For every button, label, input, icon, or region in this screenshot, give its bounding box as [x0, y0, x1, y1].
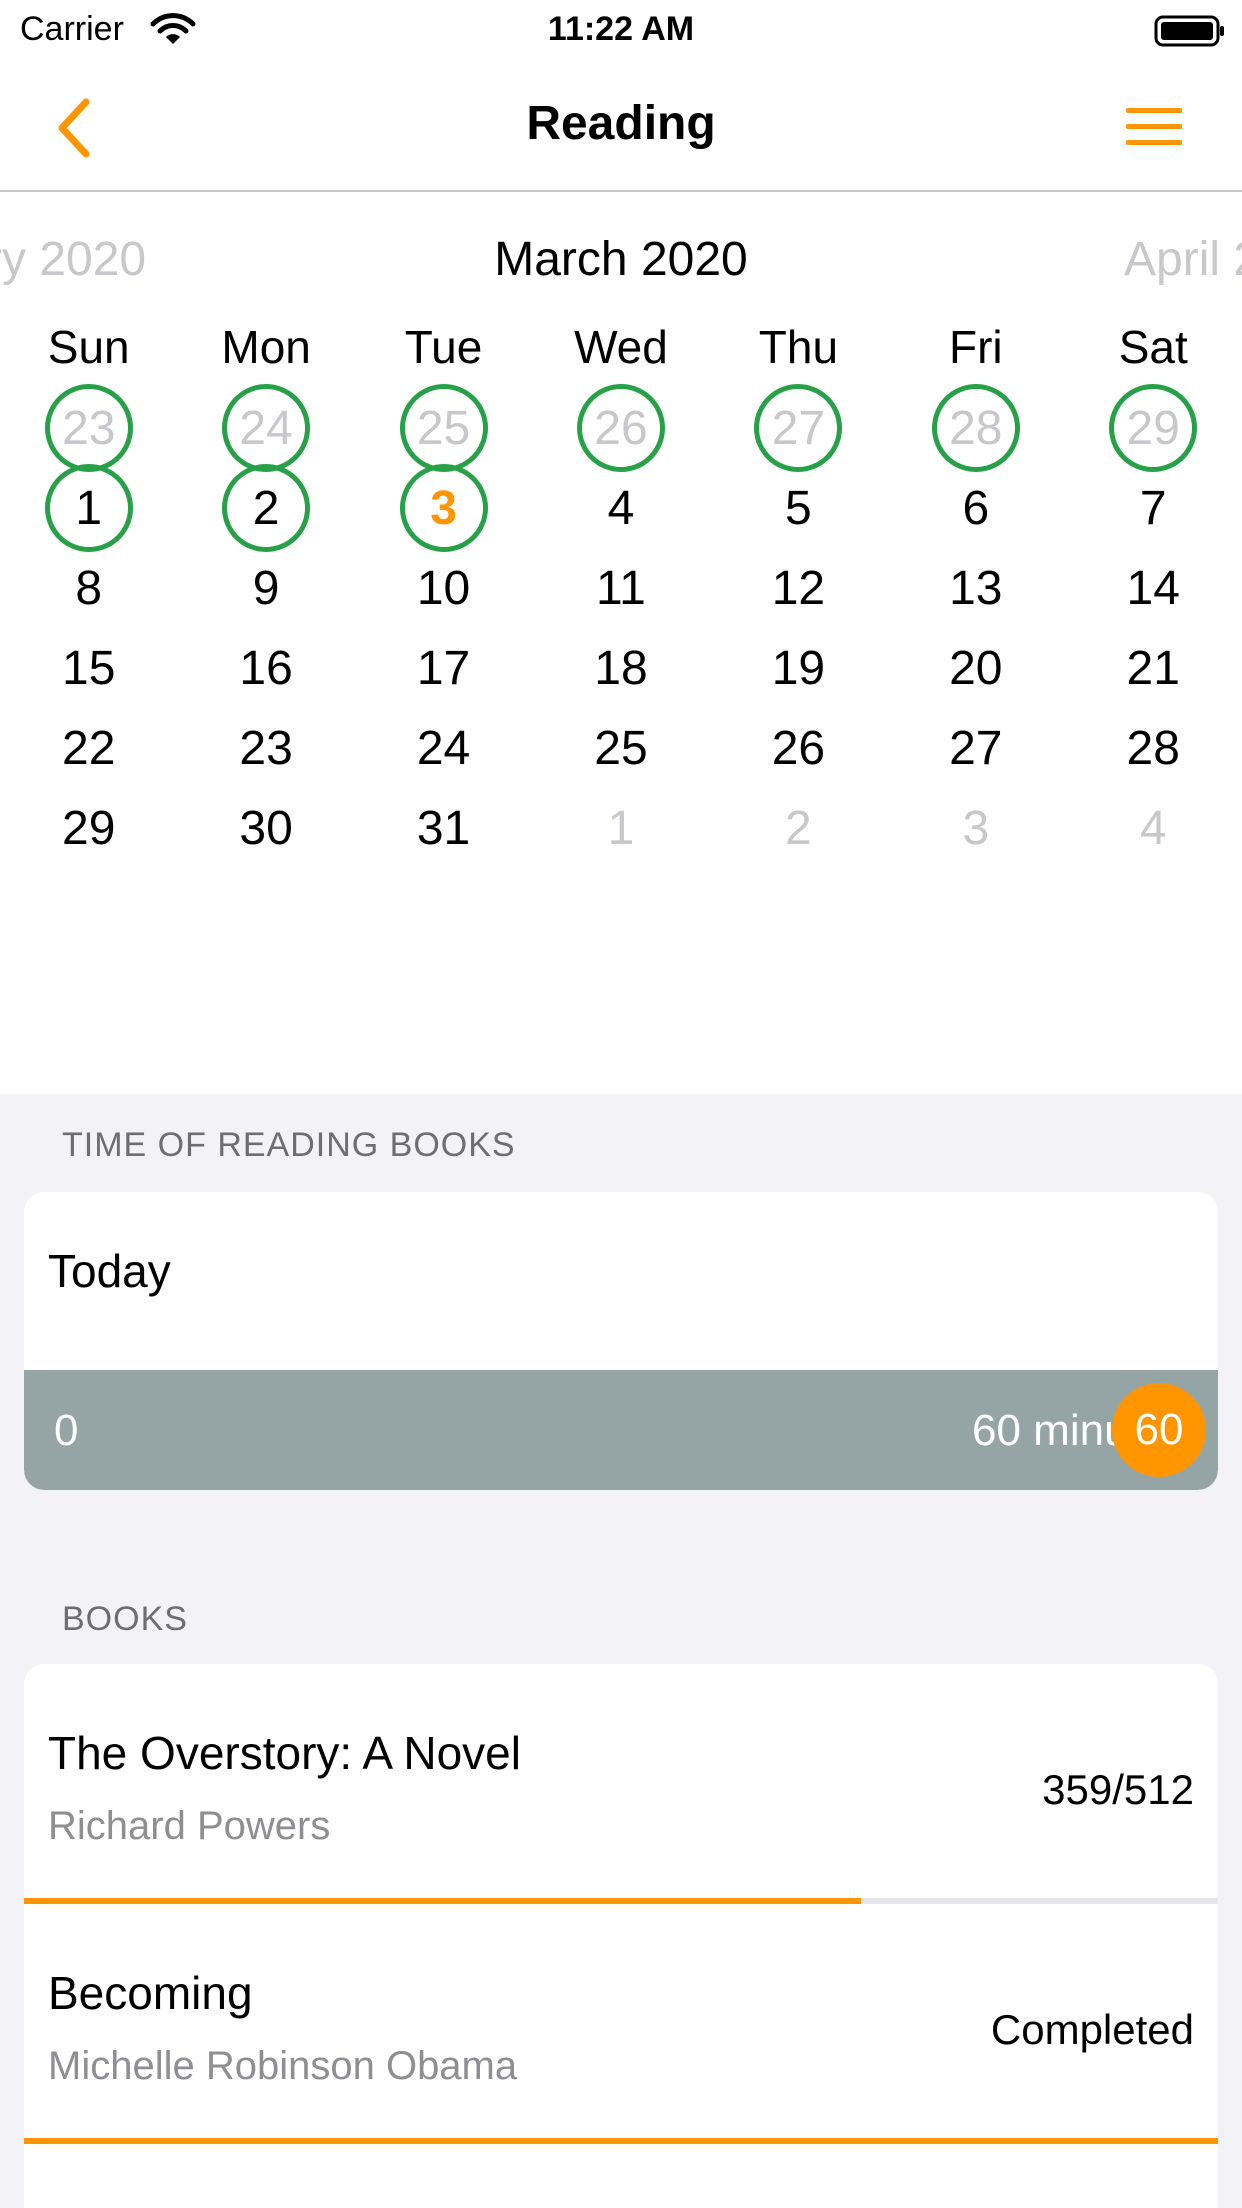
calendar-day-number: 4 [1139, 801, 1167, 855]
calendar-day[interactable]: 31 [355, 772, 532, 884]
weekday-label: Thu [758, 321, 839, 373]
reading-time-section-header: TIME OF READING BOOKS [62, 1126, 516, 1164]
book-progress-bar [24, 2138, 1218, 2144]
book-page-progress: 359/512 [1042, 1766, 1194, 1813]
status-time: 11:22 AM [547, 10, 695, 48]
menu-button[interactable] [1122, 100, 1186, 156]
page-title: Reading [526, 97, 716, 150]
book-row[interactable]: The Overstory: A Novel Richard Powers 35… [24, 1664, 1218, 1904]
calendar-day[interactable]: 4 [1065, 772, 1242, 884]
books-list: The Overstory: A Novel Richard Powers 35… [24, 1664, 1218, 2208]
today-label: Today [48, 1245, 171, 1297]
status-bar: Carrier 11:22 AM [0, 0, 1242, 64]
calendar-day-number: 31 [416, 801, 471, 855]
reading-time-card: Today 0 60 minu 60 [24, 1192, 1218, 1490]
slider-min-label: 0 [54, 1406, 79, 1455]
calendar-day[interactable]: 3 [887, 772, 1064, 884]
book-row[interactable]: Becoming Michelle Robinson Obama Complet… [24, 1904, 1218, 2144]
calendar-week-row: 29 30 31 1 2 3 4 [0, 772, 1242, 884]
calendar-day-number: 29 [62, 801, 116, 855]
chevron-left-icon [58, 98, 90, 158]
current-month-label: March 2020 [494, 233, 748, 286]
book-author: Richard Powers [48, 1804, 331, 1848]
book-progress-fill [24, 2138, 1218, 2144]
book-completed-status: Completed [990, 2006, 1194, 2053]
calendar-day-number: 30 [239, 801, 293, 855]
book-title: Becoming [48, 1967, 253, 2019]
back-button[interactable] [50, 92, 110, 164]
next-month-label[interactable]: April 2 [1124, 232, 1242, 287]
calendar-day[interactable]: 1 [532, 772, 709, 884]
calendar-day-number: 3 [962, 801, 990, 855]
slider-max-label: 60 minu [972, 1406, 1129, 1455]
weekday-header-row: Sun Mon Tue Wed Thu Fri Sat [0, 320, 1242, 380]
book-title: The Overstory: A Novel [48, 1727, 521, 1779]
calendar: ry 2020 March 2020 April 2 SunMonTueWedT… [0, 192, 1242, 1094]
weekday-label: Sun [47, 321, 130, 373]
calendar-day[interactable]: 2 [710, 772, 887, 884]
hamburger-menu-icon [1126, 108, 1182, 145]
slider-thumb[interactable]: 60 [1112, 1383, 1206, 1477]
books-section-header: BOOKS [62, 1600, 188, 1638]
calendar-day[interactable]: 30 [177, 772, 354, 884]
weekday-label: Fri [949, 321, 1003, 373]
weekday-label: Sat [1118, 321, 1188, 373]
book-author: Michelle Robinson Obama [48, 2044, 518, 2088]
weekday-label: Tue [404, 321, 483, 373]
calendar-day[interactable]: 29 [0, 772, 177, 884]
calendar-day-number: 1 [607, 801, 635, 855]
weekday-label: Mon [221, 321, 311, 373]
reading-time-slider[interactable]: 0 60 minu 60 [24, 1370, 1218, 1490]
calendar-day-number: 2 [785, 801, 812, 855]
battery-icon [1154, 15, 1224, 47]
navigation-bar: Reading [0, 64, 1242, 192]
weekday-label: Wed [574, 321, 668, 373]
